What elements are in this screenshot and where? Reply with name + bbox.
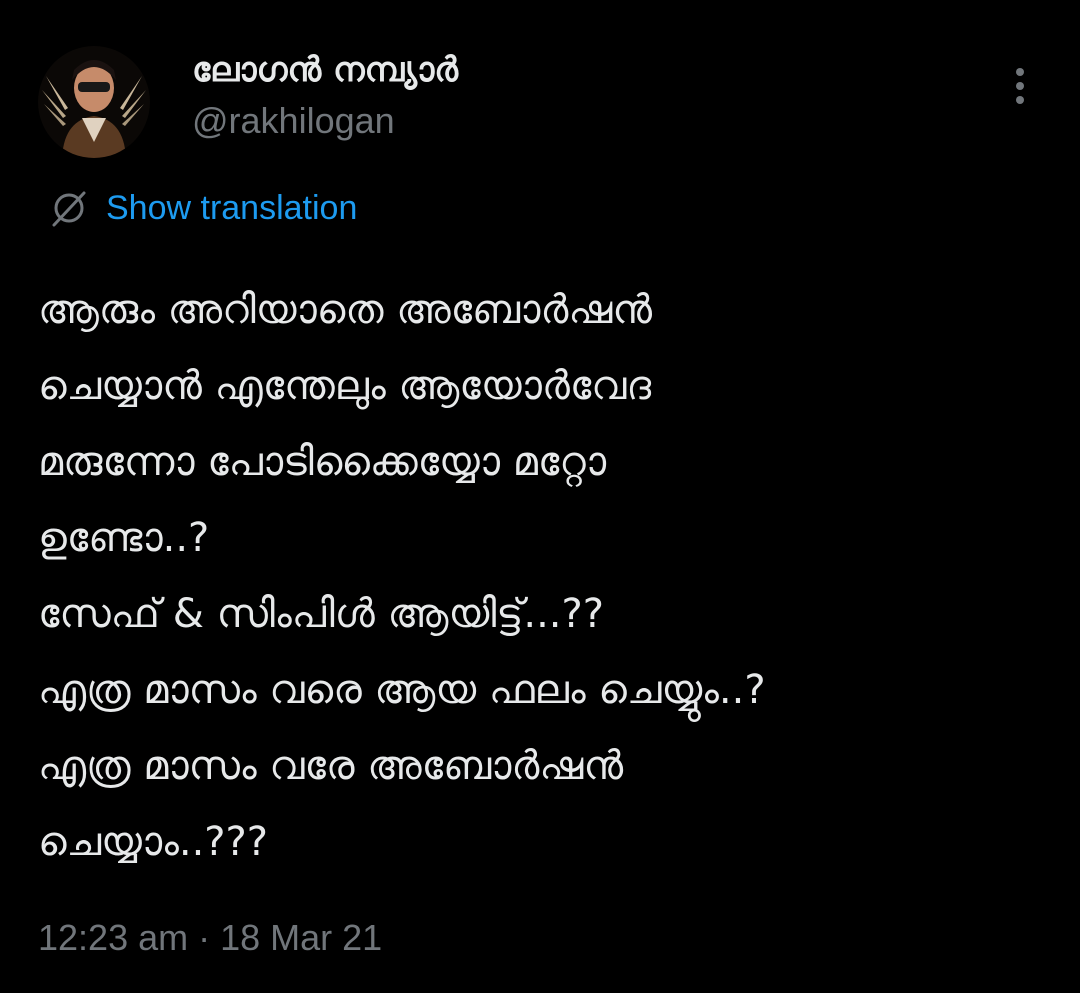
tweet-text: ആരും അറിയാതെ അബോർഷൻ ചെയ്യാൻ എന്തേലും ആയോ… — [38, 272, 1048, 880]
tweet-text-line: ചെയ്യാൻ എന്തേലും ആയോർവേദ — [38, 363, 652, 409]
tweet-text-line: എത്ര മാസം വരേ അബോർഷൻ — [38, 743, 624, 789]
globe-icon — [52, 191, 86, 227]
author-avatar[interactable] — [38, 46, 150, 158]
more-vertical-icon-dot — [1016, 82, 1024, 90]
avatar-image — [38, 46, 150, 158]
tweet-text-line: ആരും അറിയാതെ അബോർഷൻ — [38, 287, 653, 333]
tweet-card: ലോഗൻ നമ്പ്യാർ @rakhilogan Show translati… — [0, 0, 1080, 993]
show-translation-label[interactable]: Show translation — [106, 189, 357, 228]
more-vertical-icon — [1016, 68, 1024, 76]
author-handle[interactable]: @rakhilogan — [192, 98, 395, 144]
tweet-text-line: സേഫ് & സിംപിൾ ആയിട്ട്...?? — [38, 591, 604, 637]
tweet-date: 18 Mar 21 — [220, 917, 383, 958]
show-translation-button[interactable]: Show translation — [46, 182, 357, 234]
tweet-text-line: ഉണ്ടോ..? — [38, 515, 210, 561]
more-options-button[interactable] — [996, 60, 1044, 112]
more-vertical-icon-dot — [1016, 96, 1024, 104]
tweet-text-line: മരുന്നോ പോടിക്കൈയ്യോ മറ്റോ — [38, 439, 607, 485]
tweet-timestamp[interactable]: 12:23 am · 18 Mar 21 — [38, 912, 382, 964]
timestamp-separator: · — [198, 917, 211, 958]
tweet-time: 12:23 am — [38, 917, 189, 958]
tweet-text-line: ചെയ്യാം..??? — [38, 819, 269, 865]
tweet-text-line: എത്ര മാസം വരെ ആയ ഫലം ചെയ്യും..? — [38, 667, 766, 713]
author-display-name[interactable]: ലോഗൻ നമ്പ്യാർ — [192, 46, 458, 94]
